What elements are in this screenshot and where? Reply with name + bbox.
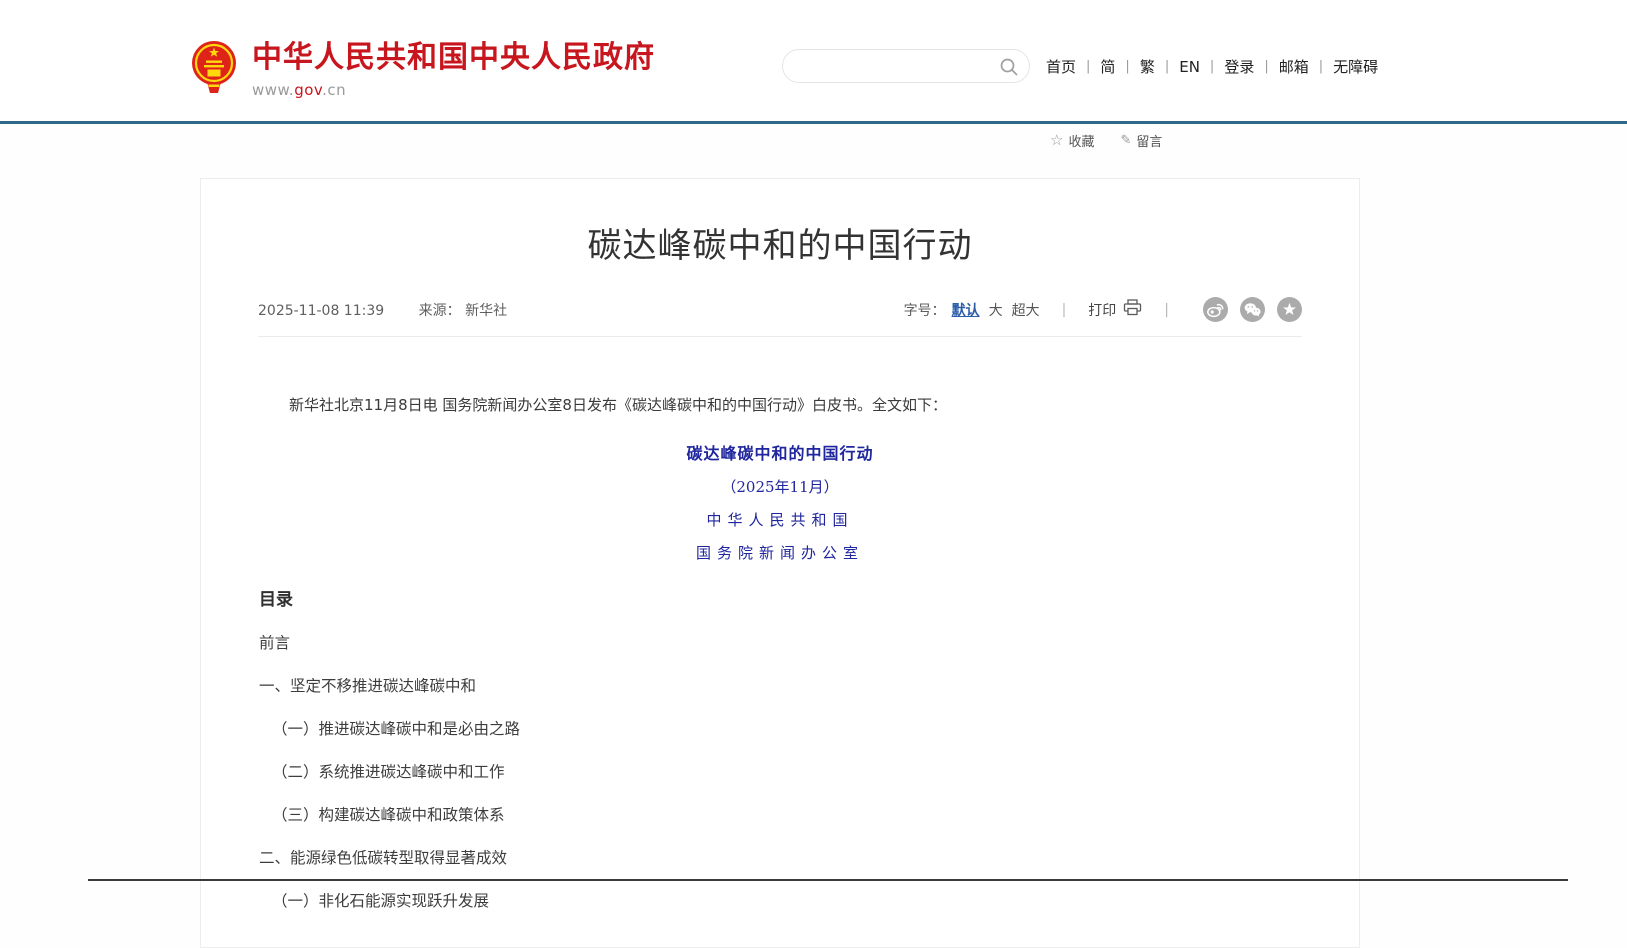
publish-date: 2025-11-08 11:39 — [258, 303, 384, 319]
favorite-label: 收藏 — [1068, 131, 1094, 150]
print-button[interactable]: 打印 — [1088, 299, 1142, 320]
toolbar-divider: | — [1164, 302, 1169, 318]
print-label: 打印 — [1088, 300, 1116, 320]
share-star-icon[interactable] — [1277, 297, 1302, 322]
nav-mail[interactable]: 邮箱 — [1279, 56, 1309, 77]
share-weibo-icon[interactable] — [1203, 297, 1228, 322]
page-actions: ☆ 收藏 ✎ 留言 — [1050, 131, 1162, 150]
header-divider — [0, 121, 1627, 124]
search-input[interactable] — [799, 51, 991, 81]
search-icon[interactable] — [999, 57, 1019, 81]
font-size-xlarge-button[interactable]: 超大 — [1012, 300, 1040, 320]
brand-text: 中华人民共和国中央人民政府 www.gov.cn — [252, 40, 655, 99]
search-box — [782, 49, 1030, 83]
comment-label: 留言 — [1136, 131, 1162, 150]
article-card: 碳达峰碳中和的中国行动 2025-11-08 11:39 来源： 新华社 字号：… — [200, 178, 1360, 948]
toolbar-divider: | — [1062, 302, 1067, 318]
toc-item: 一、坚定不移推进碳达峰碳中和 — [259, 676, 1301, 696]
toc-item: 前言 — [259, 633, 1301, 653]
article-meta-left: 2025-11-08 11:39 来源： 新华社 — [258, 300, 507, 320]
article-toolbar: 字号： 默认 大 超大 | 打印 — [904, 297, 1302, 322]
site-url: www.gov.cn — [252, 81, 655, 99]
nav-simplified[interactable]: 简 — [1100, 56, 1115, 77]
site-url-prefix: www. — [252, 81, 294, 99]
toc-item: （一）非化石能源实现跃升发展 — [259, 891, 1301, 911]
article-title: 碳达峰碳中和的中国行动 — [201, 223, 1359, 269]
site-logo-link[interactable]: 中华人民共和国中央人民政府 www.gov.cn — [191, 40, 655, 99]
national-emblem-icon — [191, 40, 237, 94]
share-wechat-icon[interactable] — [1240, 297, 1265, 322]
nav-separator: | — [1086, 59, 1090, 74]
nav-separator: | — [1165, 59, 1169, 74]
site-url-suffix: .cn — [322, 81, 346, 99]
bottom-edge-line — [88, 879, 1568, 881]
document-title: 碳达峰碳中和的中国行动 — [259, 440, 1301, 464]
nav-accessibility[interactable]: 无障碍 — [1333, 56, 1378, 77]
toc-heading: 目录 — [259, 585, 1301, 610]
site-url-highlight: gov — [294, 81, 322, 99]
nav-home[interactable]: 首页 — [1046, 56, 1076, 77]
font-size-large-button[interactable]: 大 — [989, 300, 1003, 320]
nav-separator: | — [1210, 59, 1214, 74]
toc-item: 二、能源绿色低碳转型取得显著成效 — [259, 848, 1301, 868]
article-body: 新华社北京11月8日电 国务院新闻办公室8日发布《碳达峰碳中和的中国行动》白皮书… — [201, 337, 1359, 911]
site-header: 中华人民共和国中央人民政府 www.gov.cn 首页 | 简 | 繁 | EN… — [0, 0, 1627, 121]
toc-item: （三）构建碳达峰碳中和政策体系 — [259, 805, 1301, 825]
lead-paragraph: 新华社北京11月8日电 国务院新闻办公室8日发布《碳达峰碳中和的中国行动》白皮书… — [259, 394, 1301, 416]
nav-english[interactable]: EN — [1179, 58, 1200, 76]
article-meta-row: 2025-11-08 11:39 来源： 新华社 字号： 默认 大 超大 | 打… — [258, 297, 1302, 337]
site-title: 中华人民共和国中央人民政府 — [252, 40, 655, 76]
source-value: 新华社 — [465, 303, 507, 319]
star-icon: ☆ — [1050, 133, 1063, 148]
font-size-label: 字号： — [904, 300, 946, 320]
nav-separator: | — [1319, 59, 1323, 74]
toc-item: （一）推进碳达峰碳中和是必由之路 — [259, 719, 1301, 739]
top-nav: 首页 | 简 | 繁 | EN | 登录 | 邮箱 | 无障碍 — [1046, 56, 1378, 77]
document-issuer-line-1: 中华人民共和国 — [259, 509, 1301, 530]
source-label: 来源： — [419, 303, 461, 319]
printer-icon — [1123, 299, 1142, 320]
nav-login[interactable]: 登录 — [1224, 56, 1254, 77]
pencil-icon: ✎ — [1120, 134, 1131, 147]
comment-button[interactable]: ✎ 留言 — [1120, 131, 1162, 150]
nav-traditional[interactable]: 繁 — [1140, 56, 1155, 77]
toc-item: （二）系统推进碳达峰碳中和工作 — [259, 762, 1301, 782]
font-size-default-button[interactable]: 默认 — [952, 300, 980, 320]
document-date-line: （2025年11月） — [259, 476, 1301, 497]
nav-separator: | — [1264, 59, 1268, 74]
nav-separator: | — [1125, 59, 1129, 74]
favorite-button[interactable]: ☆ 收藏 — [1050, 131, 1094, 150]
document-issuer-line-2: 国务院新闻办公室 — [259, 542, 1301, 563]
